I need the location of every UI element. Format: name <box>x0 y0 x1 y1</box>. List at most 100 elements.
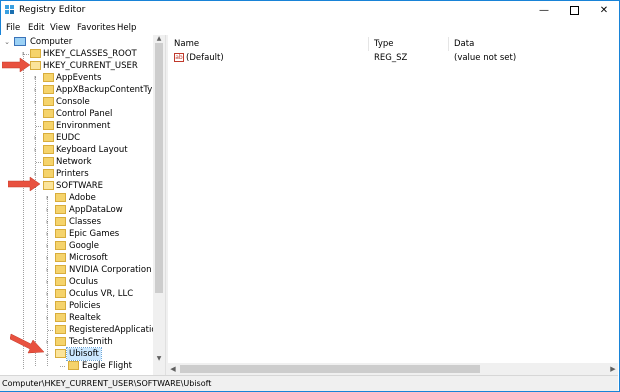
folder-icon <box>55 313 66 322</box>
tree-label: Epic Games <box>69 229 120 239</box>
registry-editor-icon <box>5 5 14 14</box>
scroll-thumb[interactable] <box>180 365 480 373</box>
folder-icon <box>55 277 66 286</box>
close-button[interactable]: ✕ <box>589 1 619 20</box>
expand-icon[interactable]: › <box>43 264 51 276</box>
list-horizontal-scrollbar[interactable]: ◀ ▶ <box>168 363 618 375</box>
tree-label: Oculus <box>69 277 98 287</box>
close-icon: ✕ <box>599 5 609 16</box>
annotation-arrow <box>8 176 41 192</box>
expand-icon[interactable]: › <box>43 204 51 216</box>
expand-icon[interactable]: › <box>43 252 51 264</box>
folder-icon <box>55 325 66 334</box>
tree-label: Policies <box>69 301 101 311</box>
scroll-thumb[interactable] <box>155 43 163 293</box>
tree-connector <box>36 162 41 163</box>
tree-label: HKEY_CLASSES_ROOT <box>43 49 137 59</box>
tree-vertical-scrollbar[interactable]: ▲ ▼ <box>153 35 165 375</box>
tree-label: Control Panel <box>56 109 113 119</box>
registry-tree[interactable]: ⌄ Computer › HKEY_CLASSES_ROOT ⌄ HKEY_CU… <box>0 35 165 375</box>
menu-file[interactable]: File <box>6 23 20 33</box>
tree-label: SOFTWARE <box>56 181 104 191</box>
folder-icon <box>43 157 54 166</box>
tree-connector <box>36 126 41 127</box>
scroll-left-icon[interactable]: ◀ <box>168 363 178 375</box>
maximize-button[interactable] <box>559 1 589 20</box>
folder-icon <box>68 361 79 370</box>
menu-view[interactable]: View <box>50 23 70 33</box>
expand-icon[interactable]: › <box>31 108 39 120</box>
maximize-icon <box>569 6 579 15</box>
folder-icon <box>43 73 54 82</box>
tree-label: Adobe <box>69 193 96 203</box>
column-header-type[interactable]: Type <box>374 39 394 49</box>
expand-icon[interactable]: › <box>31 84 39 96</box>
scroll-right-icon[interactable]: ▶ <box>608 363 618 375</box>
folder-icon <box>55 337 66 346</box>
column-header-name[interactable]: Name <box>174 39 199 49</box>
tree-label: Google <box>69 241 99 251</box>
expand-icon[interactable]: › <box>43 288 51 300</box>
tree-label: Microsoft <box>69 253 108 263</box>
folder-icon <box>43 133 54 142</box>
expand-icon[interactable]: › <box>43 312 51 324</box>
expand-icon[interactable]: › <box>31 72 39 84</box>
tree-connector <box>48 330 53 331</box>
expand-icon[interactable]: › <box>43 216 51 228</box>
tree-connector <box>24 54 29 55</box>
table-row[interactable]: ab (Default) REG_SZ (value not set) <box>168 52 618 65</box>
tree-label: TechSmith <box>69 337 113 347</box>
tree-connector <box>60 366 65 367</box>
minimize-icon: — <box>539 5 549 16</box>
folder-icon <box>55 205 66 214</box>
tree-label: Printers <box>56 169 89 179</box>
tree-label: NVIDIA Corporation <box>69 265 152 275</box>
expand-icon[interactable]: › <box>43 240 51 252</box>
expand-icon[interactable]: › <box>43 276 51 288</box>
folder-icon <box>55 253 66 262</box>
tree-label: Keyboard Layout <box>56 145 128 155</box>
menu-favorites[interactable]: Favorites <box>77 23 115 33</box>
tree-label: AppXBackupContentType <box>56 85 163 95</box>
tree-label: Console <box>56 97 90 107</box>
column-divider[interactable] <box>368 37 369 51</box>
folder-icon <box>55 229 66 238</box>
window-title: Registry Editor <box>19 5 86 15</box>
tree-label: Classes <box>69 217 102 227</box>
folder-open-icon <box>55 349 66 358</box>
expand-icon[interactable]: › <box>31 96 39 108</box>
minimize-button[interactable]: — <box>529 1 559 20</box>
title-bar[interactable]: Registry Editor — ✕ <box>1 1 619 20</box>
expand-icon[interactable]: › <box>43 300 51 312</box>
tree-label-selected: Ubisoft <box>66 347 102 361</box>
expand-icon[interactable]: › <box>31 132 39 144</box>
folder-icon <box>43 121 54 130</box>
menu-help[interactable]: Help <box>117 23 136 33</box>
collapse-icon[interactable]: ⌄ <box>3 36 11 48</box>
value-name: (Default) <box>186 53 224 63</box>
folder-icon <box>55 265 66 274</box>
tree-guide-line <box>23 52 24 369</box>
values-list[interactable]: Name Type Data ab (Default) REG_SZ (valu… <box>168 35 618 375</box>
value-type: REG_SZ <box>374 53 408 63</box>
tree-label: Eagle Flight <box>82 361 132 371</box>
tree-label: Network <box>56 157 92 167</box>
expand-icon[interactable]: › <box>43 228 51 240</box>
column-header-data[interactable]: Data <box>454 39 474 49</box>
expand-icon[interactable]: › <box>31 144 39 156</box>
tree-label: Computer <box>30 37 73 47</box>
status-bar: Computer\HKEY_CURRENT_USER\SOFTWARE\Ubis… <box>0 375 618 391</box>
menu-edit[interactable]: Edit <box>28 23 44 33</box>
tree-label: Realtek <box>69 313 101 323</box>
menu-bar: File Edit View Favorites Help <box>1 20 619 36</box>
expand-icon[interactable]: › <box>43 192 51 204</box>
key-path: Computer\HKEY_CURRENT_USER\SOFTWARE\Ubis… <box>2 379 212 388</box>
scroll-down-icon[interactable]: ▼ <box>153 355 165 363</box>
column-divider[interactable] <box>448 37 449 51</box>
folder-icon <box>43 169 54 178</box>
scroll-corner <box>153 363 165 375</box>
tree-label: AppDataLow <box>69 205 123 215</box>
folder-icon <box>55 289 66 298</box>
scroll-up-icon[interactable]: ▲ <box>153 35 165 43</box>
folder-icon <box>43 97 54 106</box>
